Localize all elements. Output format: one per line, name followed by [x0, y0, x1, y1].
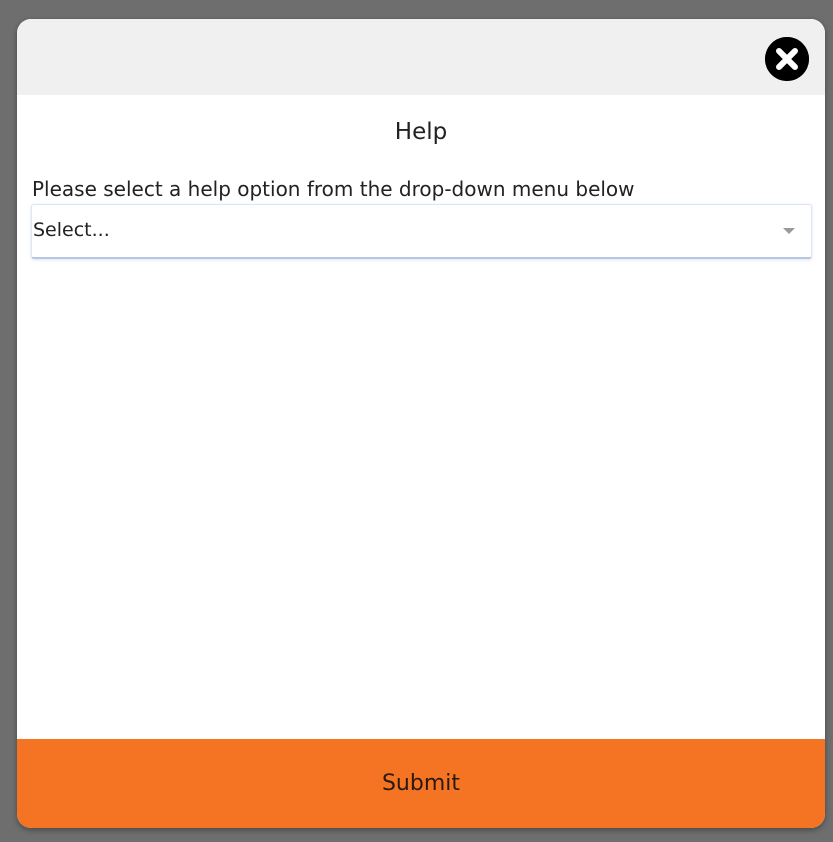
chevron-down-icon: [783, 228, 795, 234]
help-option-select[interactable]: Select...: [31, 204, 812, 259]
close-icon: [765, 37, 809, 81]
submit-button[interactable]: Submit: [17, 739, 825, 828]
dialog-header: [17, 19, 825, 95]
help-dialog: Help Please select a help option from th…: [17, 19, 825, 828]
help-instruction-text: Please select a help option from the dro…: [32, 177, 635, 201]
close-button[interactable]: [765, 37, 809, 81]
select-current-value: Select...: [33, 219, 110, 241]
dialog-title: Help: [394, 119, 448, 145]
